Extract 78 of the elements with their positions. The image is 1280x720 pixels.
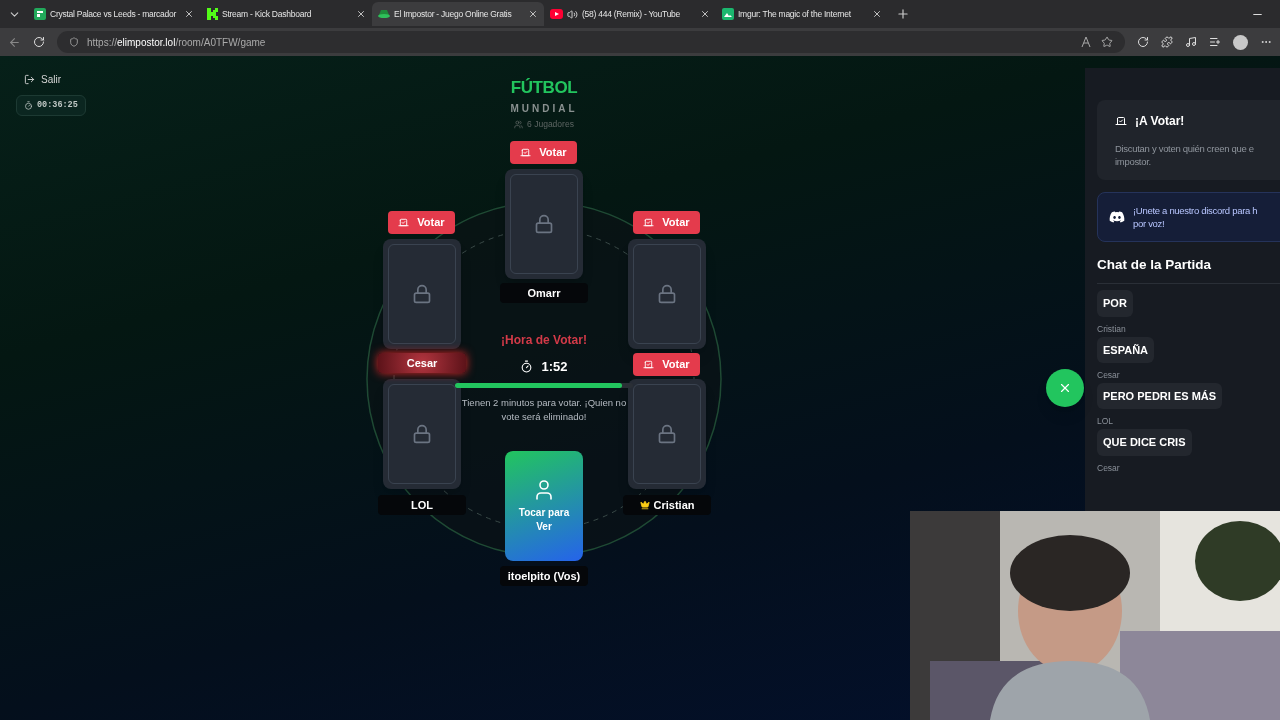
discord-text: por voz! xyxy=(1133,217,1166,230)
elapsed-timer: 00:36:25 xyxy=(16,95,86,116)
category-title: FÚTBOL xyxy=(510,78,578,98)
chat-title: Chat de la Partida xyxy=(1097,256,1213,274)
image-icon xyxy=(722,8,734,20)
close-icon[interactable] xyxy=(528,9,538,19)
lock-icon xyxy=(534,213,554,234)
ballot-icon xyxy=(643,216,655,228)
address-bar[interactable]: https://elimpostor.lol/room/A0TFW/game xyxy=(57,31,1125,53)
profile-avatar[interactable] xyxy=(1233,34,1248,50)
vote-button[interactable]: Votar xyxy=(633,210,700,234)
stopwatch-icon xyxy=(24,100,33,110)
speaker-icon[interactable] xyxy=(567,8,578,20)
message-bubble: POR xyxy=(1097,290,1133,317)
lock-icon xyxy=(412,423,432,444)
player-name-label: Omarr xyxy=(500,282,588,303)
lock-icon xyxy=(657,423,677,444)
back-icon[interactable] xyxy=(8,35,21,49)
vote-button[interactable]: Votar xyxy=(633,352,700,376)
ballot-icon xyxy=(520,146,532,158)
phase-text: Discutan y voten quién creen que e xyxy=(1115,142,1255,155)
favorites-icon[interactable] xyxy=(1209,36,1221,48)
floating-action-button[interactable] xyxy=(1046,369,1084,407)
stopwatch-icon xyxy=(520,360,534,373)
countdown: 1:52 xyxy=(520,356,568,377)
exit-icon xyxy=(24,74,35,85)
crown-icon xyxy=(639,499,650,510)
voting-heading: ¡Hora de Votar! xyxy=(501,331,587,349)
spreadsheet-icon xyxy=(34,8,46,20)
browser-tab[interactable]: Crystal Palace vs Leeds - marcador xyxy=(28,2,200,26)
hat-icon xyxy=(378,8,390,20)
close-icon[interactable] xyxy=(356,9,366,19)
player-name-label: Cesar xyxy=(378,352,466,373)
message-bubble: PERO PEDRI ES MÁS xyxy=(1097,382,1223,410)
discord-icon xyxy=(1109,209,1125,225)
message-author: LOL xyxy=(1097,415,1114,428)
site-info-icon xyxy=(69,37,79,47)
players-count: 6 Jugadores xyxy=(514,118,574,131)
reload-icon[interactable] xyxy=(33,36,45,48)
close-icon[interactable] xyxy=(184,9,194,19)
phase-title: ¡A Votar! xyxy=(1135,113,1185,130)
new-tab-icon[interactable] xyxy=(896,7,910,21)
own-card[interactable]: Tocar para Ver xyxy=(505,450,583,561)
play-icon xyxy=(550,9,563,19)
browser-tab[interactable]: Stream - Kick Dashboard xyxy=(200,2,372,26)
users-icon xyxy=(514,119,524,129)
message-author: Cesar xyxy=(1097,369,1120,382)
vote-button[interactable]: Votar xyxy=(388,210,455,234)
voting-message: Tienen 2 minutos para votar. ¡Quien no vote será eliminado! xyxy=(460,396,628,425)
discord-banner[interactable]: ¡Unete a nuestro discord para h por voz! xyxy=(1097,192,1280,242)
vote-button[interactable]: Votar xyxy=(510,140,577,164)
music-icon[interactable] xyxy=(1185,36,1197,48)
message-author: Cesar xyxy=(1097,461,1120,475)
k-logo-icon xyxy=(206,8,218,20)
close-icon[interactable] xyxy=(872,9,882,19)
browser-tab[interactable]: El Impostor - Juego Online Gratis xyxy=(372,2,544,26)
favorite-icon[interactable] xyxy=(1101,36,1113,48)
ballot-icon xyxy=(643,358,655,370)
message-bubble: ESPAÑA xyxy=(1097,336,1155,363)
ballot-icon xyxy=(398,216,410,228)
player-name-label: itoelpito (Vos) xyxy=(500,565,588,586)
message-bubble: QUE DICE CRIS xyxy=(1097,429,1192,456)
player-name-label: Cristian xyxy=(623,494,711,515)
player-name-label: LOL xyxy=(378,494,466,515)
message-author: Cristian xyxy=(1097,322,1126,336)
read-aloud-icon[interactable] xyxy=(1081,36,1093,48)
exit-button[interactable]: Salir xyxy=(24,72,61,87)
subcategory-title: MUNDIAL xyxy=(510,102,578,116)
discord-text: ¡Unete a nuestro discord para h xyxy=(1133,204,1258,217)
phase-text: impostor. xyxy=(1115,155,1152,168)
browser-tab[interactable]: Imgur: The magic of the Internet xyxy=(716,2,888,26)
close-icon[interactable] xyxy=(700,9,710,19)
lock-icon xyxy=(657,283,677,304)
close-icon xyxy=(1058,381,1072,395)
lock-icon xyxy=(412,283,432,304)
ballot-icon xyxy=(1115,115,1127,127)
puzzle-icon[interactable] xyxy=(1161,36,1173,48)
browser-tab[interactable]: (58) 444 (Remix) - YouTube xyxy=(544,2,716,26)
